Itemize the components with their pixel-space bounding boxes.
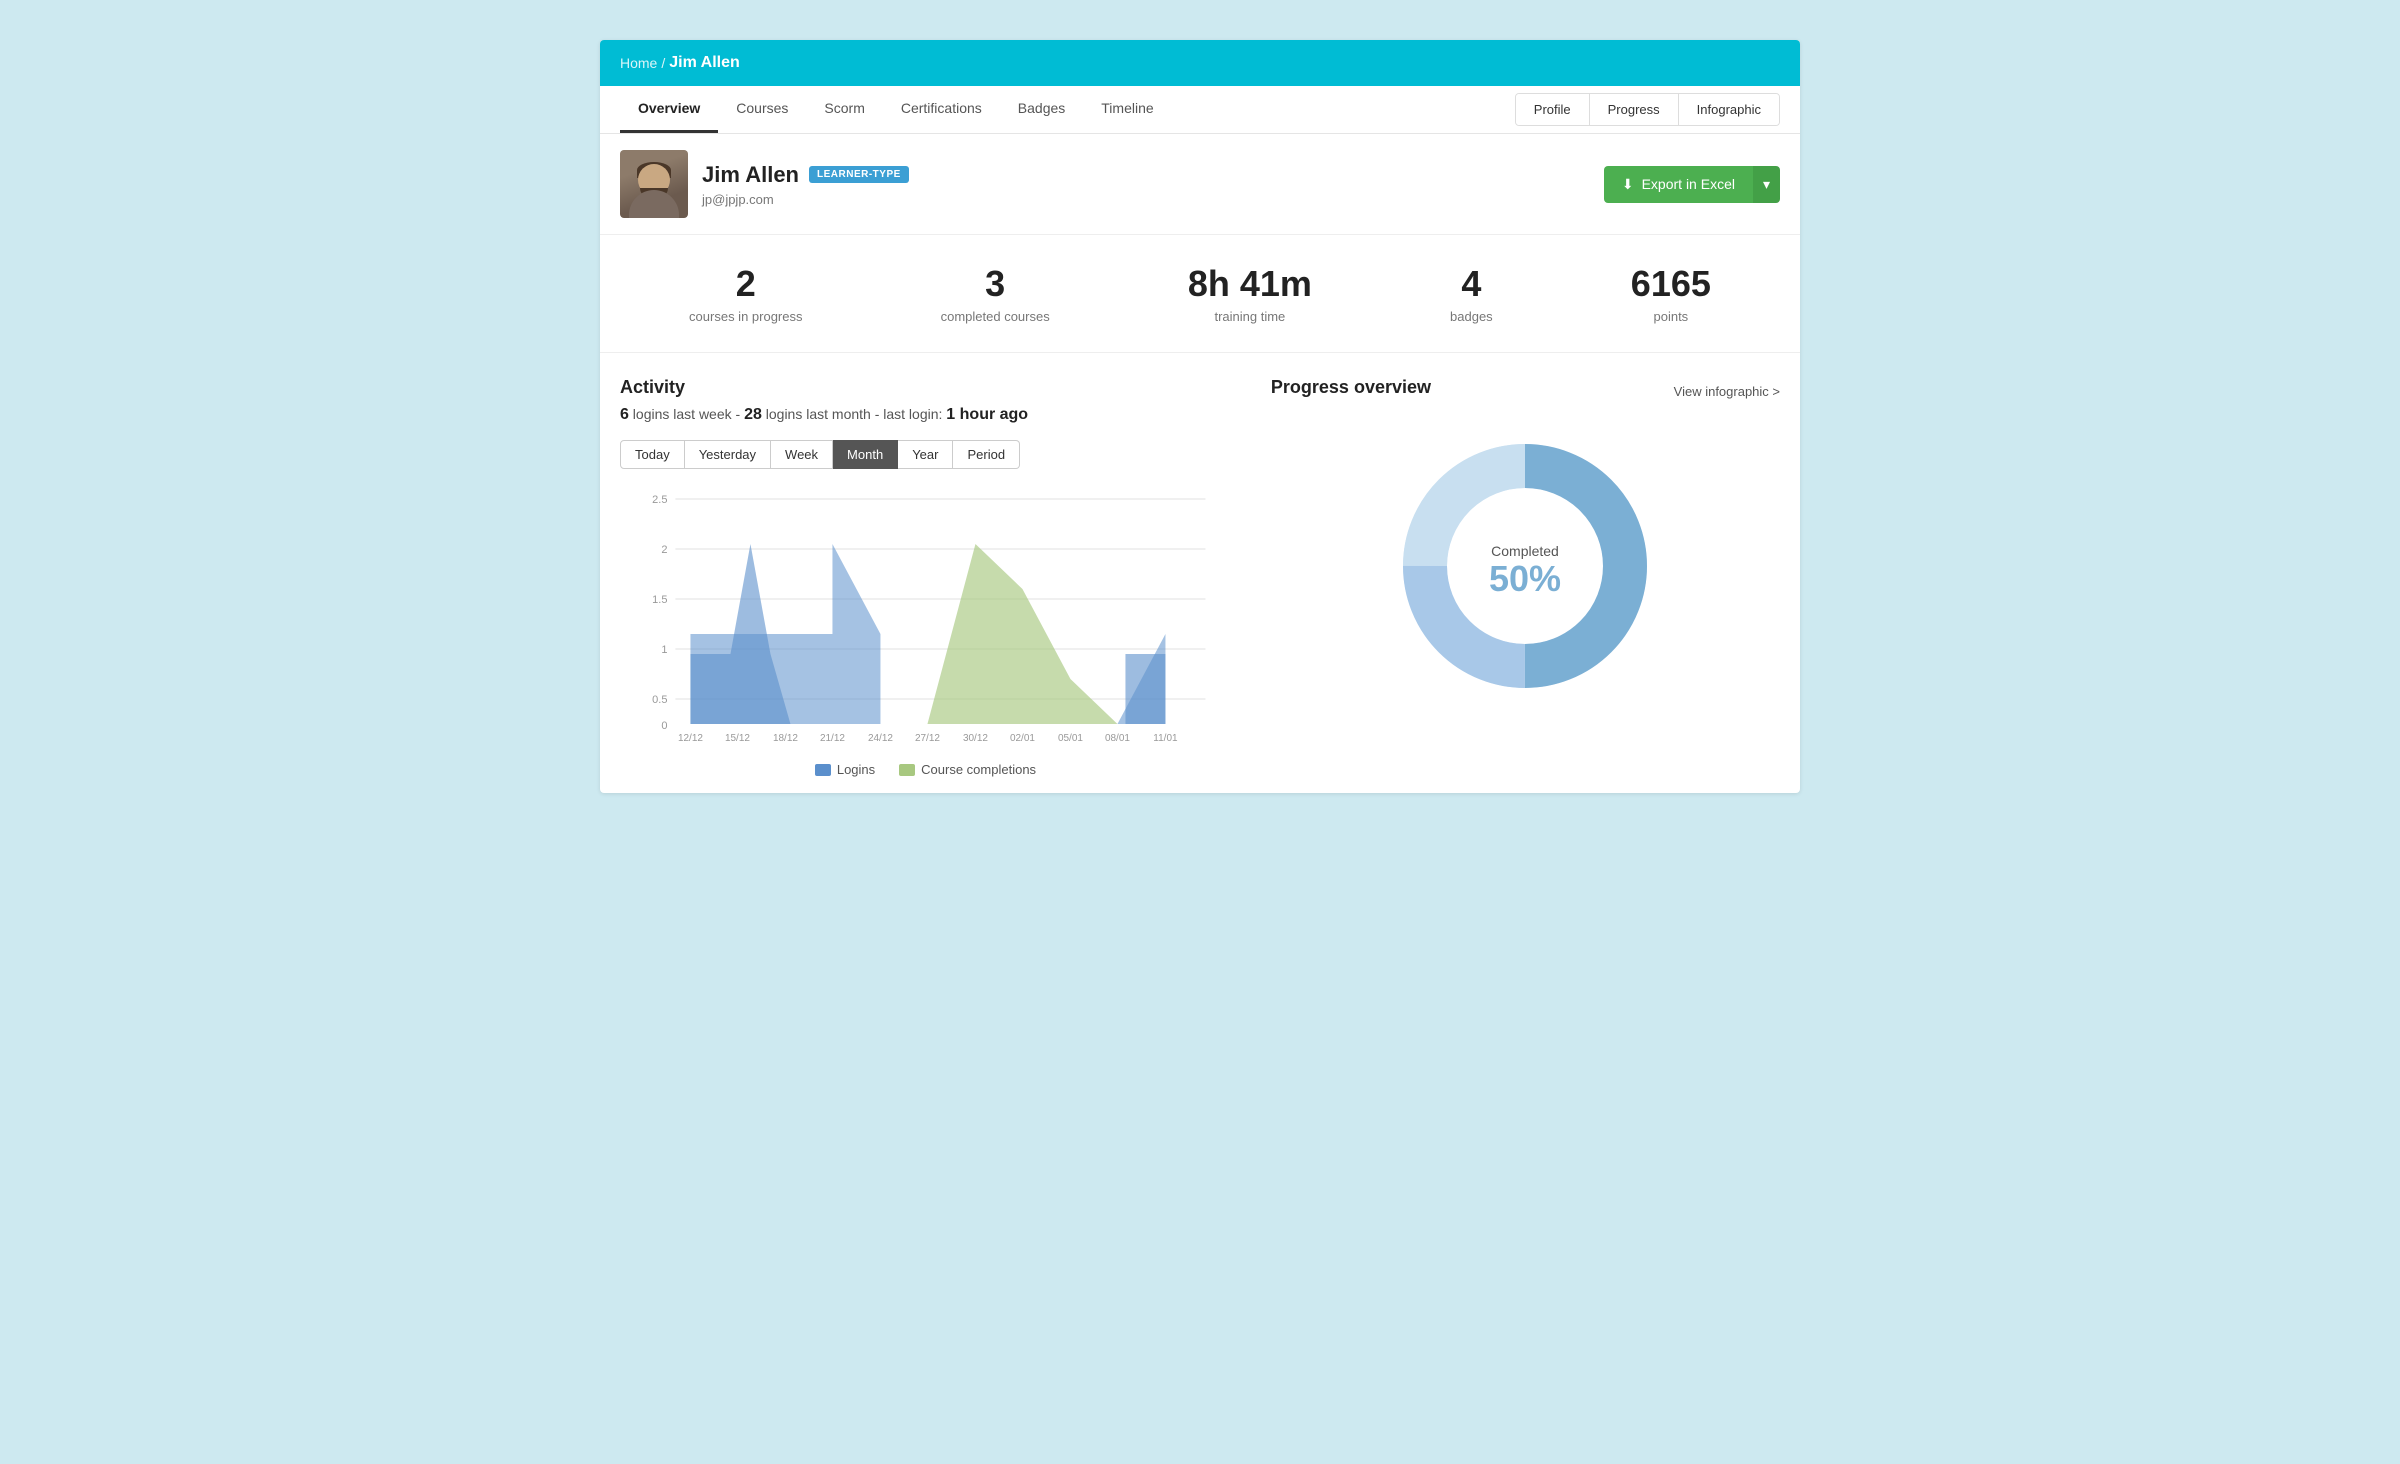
- time-filter: Today Yesterday Week Month Year Period: [620, 440, 1231, 469]
- svg-text:21/12: 21/12: [820, 733, 845, 744]
- svg-text:24/12: 24/12: [868, 733, 893, 744]
- svg-text:2.5: 2.5: [652, 494, 667, 506]
- stat-badges: 4 badges: [1450, 263, 1493, 324]
- view-infographic-link[interactable]: View infographic >: [1674, 384, 1780, 399]
- progress-button[interactable]: Progress: [1590, 94, 1679, 125]
- logins-week: 6: [620, 406, 629, 423]
- nav-bar: Overview Courses Scorm Certifications Ba…: [600, 86, 1800, 134]
- tab-courses[interactable]: Courses: [718, 86, 806, 133]
- filter-month[interactable]: Month: [833, 440, 898, 469]
- stat-points: 6165 points: [1631, 263, 1711, 324]
- profile-name: Jim Allen: [702, 162, 799, 188]
- tab-badges[interactable]: Badges: [1000, 86, 1083, 133]
- stat-value-points: 6165: [1631, 263, 1711, 305]
- stat-label-badges: badges: [1450, 309, 1493, 324]
- profile-info: Jim Allen LEARNER-TYPE jp@jpjp.com: [702, 162, 909, 207]
- legend-logins-label: Logins: [837, 762, 875, 777]
- legend-completions-label: Course completions: [921, 762, 1036, 777]
- legend-completions: Course completions: [899, 762, 1036, 777]
- svg-text:02/01: 02/01: [1010, 733, 1035, 744]
- right-nav-buttons: Profile Progress Infographic: [1515, 93, 1780, 126]
- progress-panel: Progress overview View infographic >: [1271, 377, 1780, 769]
- activity-chart: 2.5 2 1.5 1 0.5 0: [620, 489, 1231, 749]
- svg-text:0: 0: [661, 720, 667, 732]
- stat-training-time: 8h 41m training time: [1188, 263, 1312, 324]
- nav-tabs: Overview Courses Scorm Certifications Ba…: [620, 86, 1172, 133]
- svg-text:Completed: Completed: [1492, 543, 1560, 559]
- profile-bar: Jim Allen LEARNER-TYPE jp@jpjp.com ⬇ Exp…: [600, 134, 1800, 235]
- stat-courses-in-progress: 2 courses in progress: [689, 263, 802, 324]
- legend-completions-color: [899, 764, 915, 776]
- stat-value-training-time: 8h 41m: [1188, 263, 1312, 305]
- filter-week[interactable]: Week: [771, 440, 833, 469]
- last-login: 1 hour ago: [946, 406, 1028, 423]
- legend-logins: Logins: [815, 762, 875, 777]
- filter-today[interactable]: Today: [620, 440, 685, 469]
- stat-label-points: points: [1631, 309, 1711, 324]
- svg-text:27/12: 27/12: [915, 733, 940, 744]
- stat-value-courses-progress: 2: [689, 263, 802, 305]
- svg-text:2: 2: [661, 544, 667, 556]
- filter-yesterday[interactable]: Yesterday: [685, 440, 771, 469]
- progress-header: Progress overview View infographic >: [1271, 377, 1780, 406]
- filter-year[interactable]: Year: [898, 440, 953, 469]
- chart-legend: Logins Course completions: [620, 762, 1231, 777]
- stat-label-training-time: training time: [1188, 309, 1312, 324]
- chart-area: 2.5 2 1.5 1 0.5 0: [620, 489, 1231, 769]
- activity-summary: 6 logins last week - 28 logins last mont…: [620, 406, 1231, 424]
- profile-email: jp@jpjp.com: [702, 192, 909, 207]
- filter-period[interactable]: Period: [953, 440, 1020, 469]
- infographic-button[interactable]: Infographic: [1679, 94, 1779, 125]
- svg-text:18/12: 18/12: [773, 733, 798, 744]
- export-icon: ⬇: [1622, 176, 1634, 193]
- avatar-image: [620, 150, 688, 218]
- activity-title: Activity: [620, 377, 1231, 398]
- legend-logins-color: [815, 764, 831, 776]
- svg-text:05/01: 05/01: [1058, 733, 1083, 744]
- stats-row: 2 courses in progress 3 completed course…: [600, 235, 1800, 353]
- stat-value-completed: 3: [941, 263, 1050, 305]
- export-dropdown-button[interactable]: ▾: [1753, 166, 1780, 203]
- tab-overview[interactable]: Overview: [620, 86, 718, 133]
- learner-type-badge: LEARNER-TYPE: [809, 166, 909, 183]
- stat-label-courses-progress: courses in progress: [689, 309, 802, 324]
- avatar: [620, 150, 688, 218]
- donut-container: Completed 50%: [1271, 426, 1780, 706]
- progress-donut-chart: Completed 50%: [1385, 426, 1665, 706]
- breadcrumb-separator: /: [661, 55, 665, 71]
- svg-text:30/12: 30/12: [963, 733, 988, 744]
- svg-text:12/12: 12/12: [678, 733, 703, 744]
- tab-certifications[interactable]: Certifications: [883, 86, 1000, 133]
- breadcrumb-home[interactable]: Home: [620, 55, 657, 71]
- svg-text:11/01: 11/01: [1153, 733, 1178, 744]
- content-area: Activity 6 logins last week - 28 logins …: [600, 353, 1800, 793]
- main-container: Home / Jim Allen Overview Courses Scorm …: [600, 40, 1800, 793]
- stat-label-completed: completed courses: [941, 309, 1050, 324]
- stat-value-badges: 4: [1450, 263, 1493, 305]
- profile-button[interactable]: Profile: [1516, 94, 1590, 125]
- breadcrumb-current: Jim Allen: [669, 54, 740, 72]
- logins-month: 28: [744, 406, 762, 423]
- svg-text:50%: 50%: [1489, 558, 1561, 599]
- activity-panel: Activity 6 logins last week - 28 logins …: [620, 377, 1231, 769]
- tab-scorm[interactable]: Scorm: [806, 86, 882, 133]
- stat-completed-courses: 3 completed courses: [941, 263, 1050, 324]
- svg-text:1: 1: [661, 644, 667, 656]
- svg-text:15/12: 15/12: [725, 733, 750, 744]
- svg-text:0.5: 0.5: [652, 694, 667, 706]
- top-bar: Home / Jim Allen: [600, 40, 1800, 86]
- tab-timeline[interactable]: Timeline: [1083, 86, 1171, 133]
- export-group: ⬇ Export in Excel ▾: [1604, 166, 1780, 203]
- export-excel-button[interactable]: ⬇ Export in Excel: [1604, 166, 1753, 203]
- export-label: Export in Excel: [1642, 176, 1735, 192]
- profile-left: Jim Allen LEARNER-TYPE jp@jpjp.com: [620, 150, 909, 218]
- svg-text:08/01: 08/01: [1105, 733, 1130, 744]
- progress-title: Progress overview: [1271, 377, 1431, 398]
- svg-text:1.5: 1.5: [652, 594, 667, 606]
